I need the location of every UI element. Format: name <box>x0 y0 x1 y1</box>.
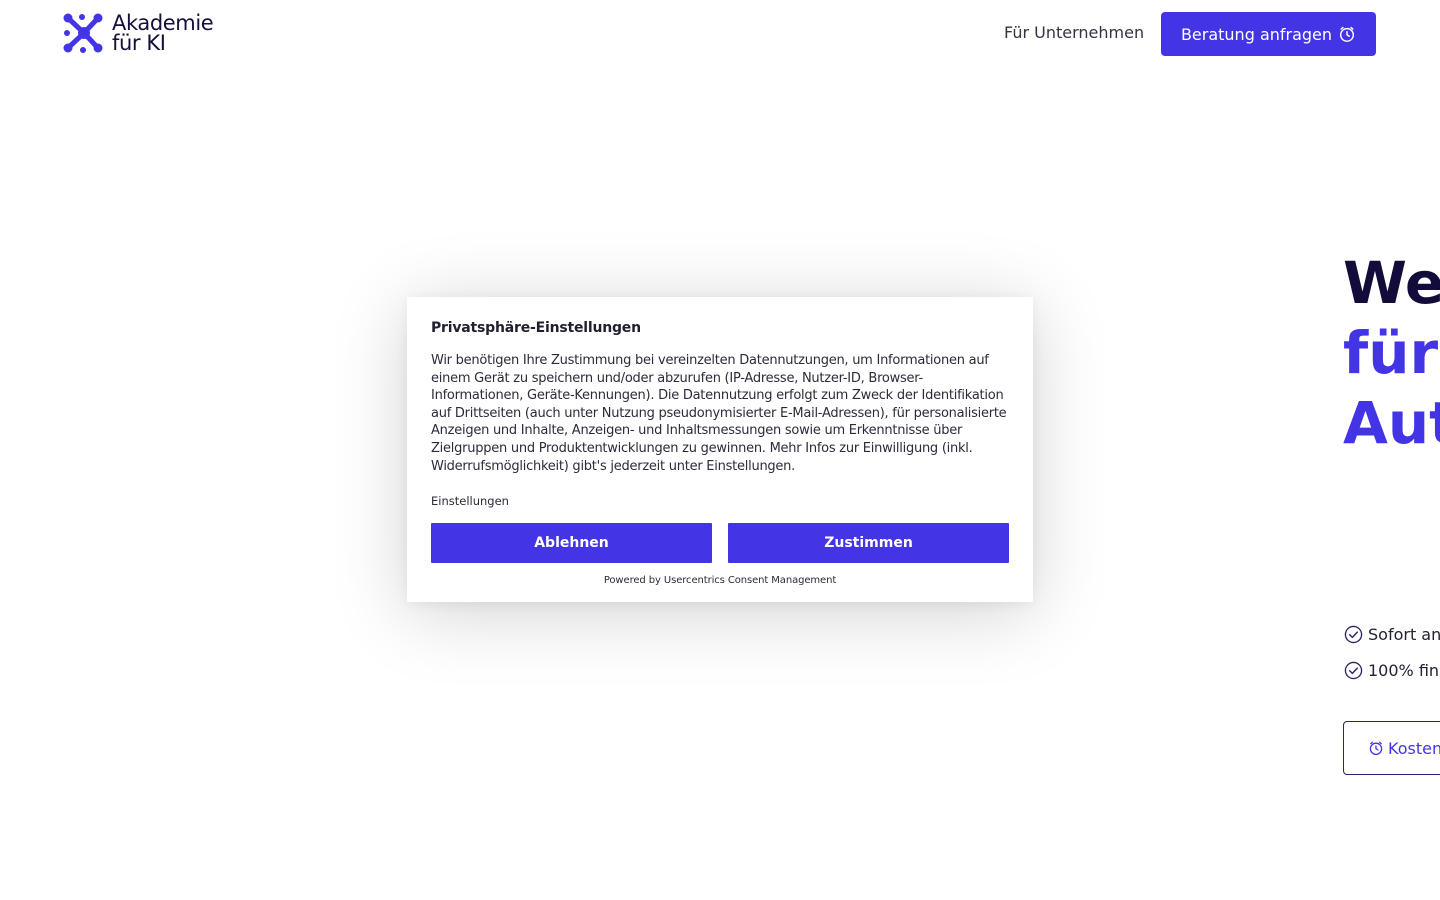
feature-item: 100% fin <box>1344 661 1439 680</box>
consent-settings-link[interactable]: Einstellungen <box>431 494 509 508</box>
free-consultation-button[interactable]: Kosten <box>1343 721 1440 775</box>
clock-icon <box>1340 26 1355 42</box>
logo-mark-icon <box>63 13 103 53</box>
consent-title: Privatsphäre-Einstellungen <box>431 320 641 336</box>
powered-by-note: Powered by Usercentrics Consent Manageme… <box>603 575 837 586</box>
hero-heading-line-2: für <box>1343 319 1439 387</box>
feature-item: Sofort an <box>1344 625 1440 644</box>
outline-button-label: Kosten <box>1388 738 1440 758</box>
check-circle-icon <box>1344 625 1363 644</box>
request-consultation-button[interactable]: Beratung anfragen <box>1161 12 1376 56</box>
site-logo[interactable]: Akademie für KI <box>62 11 214 55</box>
nav-link-unternehmen[interactable]: Für Unternehmen <box>1004 22 1144 44</box>
feature-text: Sofort an <box>1368 625 1440 644</box>
consent-description: Wir benötigen Ihre Zustimmung bei verein… <box>431 353 1007 474</box>
accept-button[interactable]: Zustimmen <box>728 523 1009 563</box>
consent-dialog: Privatsphäre-Einstellungen Wir benötigen… <box>407 297 1033 602</box>
feature-text: 100% fin <box>1368 661 1440 680</box>
cta-label: Beratung anfragen <box>1180 24 1333 44</box>
clock-icon <box>1369 741 1383 756</box>
hero-heading-line-1: We <box>1343 249 1440 317</box>
hero-heading-line-3: Aut <box>1343 389 1440 457</box>
logo-wordmark: Akademie für KI <box>112 11 214 55</box>
decline-button[interactable]: Ablehnen <box>431 523 712 563</box>
logo-line-1: Akademie <box>112 11 214 35</box>
logo-line-2: für KI <box>112 31 166 55</box>
check-circle-icon <box>1344 661 1363 680</box>
